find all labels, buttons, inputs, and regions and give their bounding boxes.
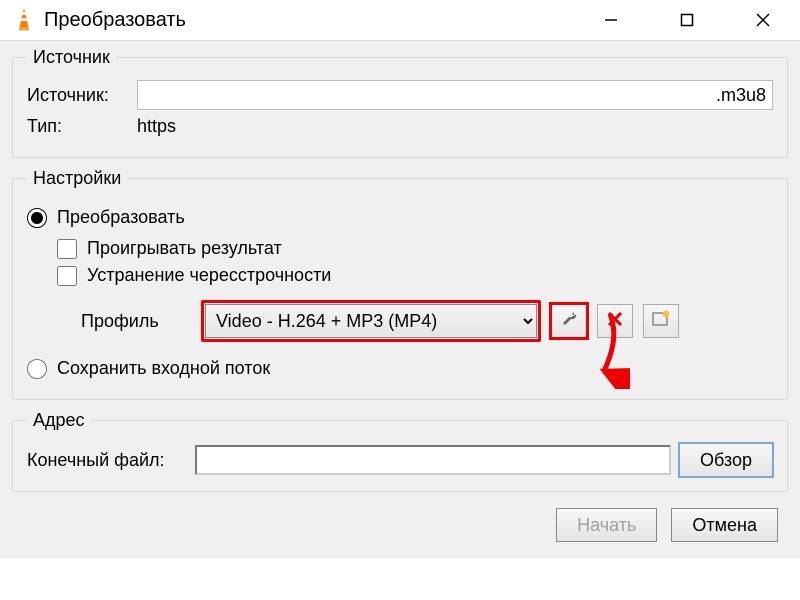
start-button[interactable]: Начать	[556, 508, 657, 542]
destination-file-input[interactable]	[195, 445, 671, 475]
source-label: Источник:	[27, 85, 137, 106]
cancel-button[interactable]: Отмена	[671, 508, 778, 542]
type-label: Тип:	[27, 116, 137, 137]
convert-radio[interactable]: Преобразовать	[27, 207, 773, 228]
destination-legend: Адрес	[27, 410, 91, 431]
profile-select[interactable]: Video - H.264 + MP3 (MP4)	[205, 304, 537, 338]
close-button[interactable]	[740, 5, 786, 35]
window-controls	[588, 5, 786, 35]
deinterlace-label: Устранение чересстрочности	[87, 265, 331, 286]
profile-label: Профиль	[81, 311, 191, 332]
dialog-footer: Начать Отмена	[12, 502, 788, 546]
vlc-cone-icon	[10, 6, 38, 34]
edit-profile-button[interactable]	[551, 304, 587, 338]
titlebar: Преобразовать	[0, 0, 800, 40]
source-legend: Источник	[27, 47, 116, 68]
play-result-label: Проигрывать результат	[87, 238, 282, 259]
new-profile-icon	[652, 310, 670, 333]
source-group: Источник Источник: .m3u8 Тип: https	[12, 47, 788, 158]
window-title: Преобразовать	[44, 9, 588, 32]
settings-group: Настройки Преобразовать Проигрывать резу…	[12, 168, 788, 400]
minimize-button[interactable]	[588, 5, 634, 35]
delete-x-icon	[606, 310, 624, 333]
save-stream-radio[interactable]: Сохранить входной поток	[27, 358, 773, 379]
source-value-box: .m3u8	[137, 80, 773, 110]
maximize-button[interactable]	[664, 5, 710, 35]
source-value: .m3u8	[716, 85, 766, 106]
convert-radio-label: Преобразовать	[57, 207, 185, 228]
type-value: https	[137, 116, 176, 137]
browse-button[interactable]: Обзор	[679, 443, 773, 477]
settings-legend: Настройки	[27, 168, 127, 189]
save-stream-label: Сохранить входной поток	[57, 358, 270, 379]
wrench-icon	[560, 310, 578, 333]
profile-highlight: Video - H.264 + MP3 (MP4)	[201, 300, 541, 342]
deinterlace-checkbox[interactable]: Устранение чересстрочности	[57, 265, 773, 286]
destination-file-label: Конечный файл:	[27, 450, 187, 471]
delete-profile-button[interactable]	[597, 304, 633, 338]
play-result-checkbox[interactable]: Проигрывать результат	[57, 238, 773, 259]
new-profile-button[interactable]	[643, 304, 679, 338]
destination-group: Адрес Конечный файл: Обзор	[12, 410, 788, 492]
